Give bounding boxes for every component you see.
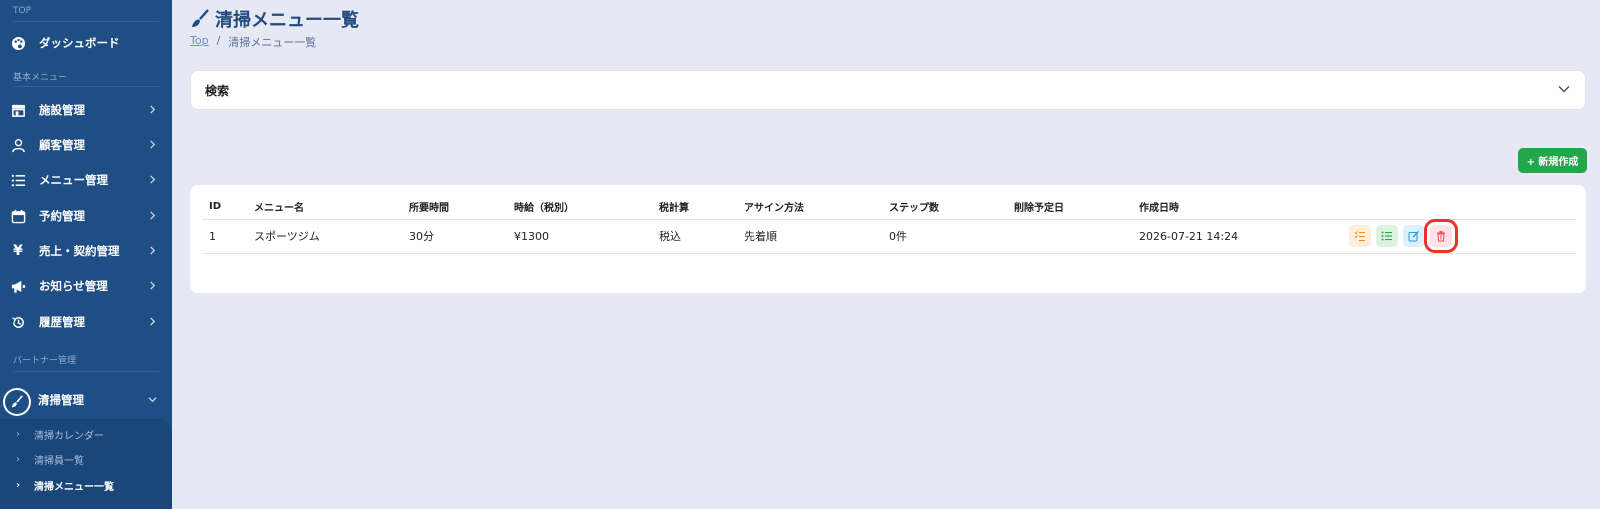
- search-accordion[interactable]: 検索: [190, 70, 1586, 110]
- divider: [13, 371, 159, 372]
- col-header-delete-date: 削除予定日: [1007, 195, 1132, 220]
- col-header-steps: ステップ数: [882, 195, 1007, 220]
- sidebar-item-dashboard[interactable]: ダッシュボード: [0, 26, 172, 60]
- col-header-actions: [1342, 195, 1576, 220]
- broom-icon: [190, 9, 210, 29]
- sidebar-subnav: › 清掃カレンダー › 清掃員一覧 › 清掃メニュー一覧: [0, 419, 172, 509]
- col-header-id: ID: [202, 195, 247, 220]
- subnav-item-label: 清掃員一覧: [34, 455, 84, 467]
- checklist-icon: [1354, 231, 1365, 241]
- edit-button[interactable]: [1403, 225, 1425, 247]
- sidebar-item-label: 施設管理: [39, 103, 85, 117]
- divider: [13, 86, 159, 87]
- sidebar-item-label: 予約管理: [39, 209, 85, 223]
- chevron-right-icon: [148, 105, 158, 115]
- sidebar-item-cleaning[interactable]: 清掃管理: [0, 383, 172, 417]
- col-header-tax: 税計算: [652, 195, 737, 220]
- steps-button[interactable]: [1349, 225, 1371, 247]
- cell-id: 1: [202, 219, 247, 254]
- list-icon: [10, 172, 26, 188]
- sidebar-item-reservation[interactable]: 予約管理: [0, 199, 172, 233]
- chevron-right-icon: ›: [16, 479, 21, 491]
- breadcrumb-separator: /: [216, 34, 221, 47]
- sidebar-item-news[interactable]: お知らせ管理: [0, 269, 172, 303]
- sidebar-item-label: ダッシュボード: [39, 36, 120, 50]
- sidebar-item-sales[interactable]: ¥ 売上・契約管理: [0, 234, 172, 268]
- subnav-item-cleaning-menu[interactable]: › 清掃メニュー一覧: [16, 475, 114, 495]
- cell-actions: [1342, 219, 1576, 254]
- sidebar-item-label: 売上・契約管理: [39, 244, 120, 258]
- chevron-right-icon: [148, 317, 158, 327]
- divider: [13, 21, 159, 22]
- chevron-down-icon: [148, 395, 158, 405]
- menu-table-card: ID メニュー名 所要時間 時給（税別） 税計算 アサイン方法 ステップ数 削除…: [190, 185, 1586, 293]
- section-label-partner: パートナー管理: [13, 356, 77, 366]
- page-title: 清掃メニュー一覧: [190, 6, 359, 32]
- row-actions: [1349, 219, 1569, 253]
- store-icon: [10, 102, 26, 118]
- chevron-right-icon: [148, 246, 158, 256]
- breadcrumb-current: 清掃メニュー一覧: [228, 36, 317, 49]
- col-header-wage: 時給（税別）: [507, 195, 652, 220]
- sidebar-item-label: メニュー管理: [39, 173, 108, 187]
- cell-assign: 先着順: [737, 219, 882, 254]
- chevron-right-icon: ›: [16, 428, 20, 440]
- cell-created: 2026-07-21 14:24: [1132, 219, 1342, 254]
- table-header-row: ID メニュー名 所要時間 時給（税別） 税計算 アサイン方法 ステップ数 削除…: [202, 195, 1576, 220]
- chevron-right-icon: ›: [16, 453, 20, 465]
- subnav-item-calendar[interactable]: › 清掃カレンダー: [16, 424, 104, 444]
- user-icon: [10, 137, 26, 153]
- sidebar: TOP ダッシュボード 基本メニュー 施設管理 顧客管理 メニュー管理 予約管理…: [0, 0, 172, 509]
- col-header-name: メニュー名: [247, 195, 402, 220]
- page-title-text: 清掃メニュー一覧: [215, 10, 359, 31]
- sidebar-item-facility[interactable]: 施設管理: [0, 93, 172, 127]
- subnav-item-staff[interactable]: › 清掃員一覧: [16, 449, 84, 469]
- cell-delete-date: [1007, 219, 1132, 254]
- col-header-assign: アサイン方法: [737, 195, 882, 220]
- new-create-button[interactable]: + 新規作成: [1518, 148, 1587, 173]
- palette-icon: [10, 35, 26, 51]
- detail-list-button[interactable]: [1376, 225, 1398, 247]
- chevron-down-icon: [1557, 81, 1571, 100]
- subnav-item-label: 清掃カレンダー: [34, 430, 104, 442]
- sidebar-item-history[interactable]: 履歴管理: [0, 305, 172, 339]
- cell-steps: 0件: [882, 219, 1007, 254]
- sidebar-item-label: 清掃管理: [38, 393, 84, 407]
- cell-wage: ¥1300: [507, 219, 652, 254]
- sidebar-item-label: 顧客管理: [39, 138, 85, 152]
- section-label-basic: 基本メニュー: [13, 73, 68, 83]
- calendar-icon: [10, 208, 26, 224]
- sidebar-item-label: お知らせ管理: [39, 279, 108, 293]
- col-header-created: 作成日時: [1132, 195, 1342, 220]
- breadcrumb: Top / 清掃メニュー一覧: [190, 34, 316, 50]
- chevron-right-icon: [148, 175, 158, 185]
- menu-table: ID メニュー名 所要時間 時給（税別） 税計算 アサイン方法 ステップ数 削除…: [202, 195, 1576, 254]
- edit-icon: [1408, 231, 1419, 242]
- chevron-right-icon: [148, 281, 158, 291]
- trash-icon: [1437, 231, 1445, 242]
- chevron-right-icon: [148, 140, 158, 150]
- section-label-top: TOP: [13, 6, 32, 16]
- col-header-duration: 所要時間: [402, 195, 507, 220]
- sidebar-item-customer[interactable]: 顧客管理: [0, 128, 172, 162]
- megaphone-icon: [10, 278, 26, 294]
- chevron-right-icon: [148, 211, 158, 221]
- cell-name: スポーツジム: [247, 219, 402, 254]
- history-icon: [10, 314, 26, 330]
- cell-duration: 30分: [402, 219, 507, 254]
- subnav-item-label: 清掃メニュー一覧: [34, 481, 114, 493]
- search-label: 検索: [205, 83, 230, 98]
- delete-button[interactable]: [1424, 219, 1458, 253]
- yen-icon: ¥: [13, 243, 23, 259]
- cell-tax: 税込: [652, 219, 737, 254]
- table-row: 1 スポーツジム 30分 ¥1300 税込 先着順 0件 2026-07-21 …: [202, 219, 1576, 254]
- list-icon: [1381, 231, 1392, 241]
- sidebar-item-label: 履歴管理: [39, 315, 85, 329]
- breadcrumb-home-link[interactable]: Top: [190, 34, 209, 50]
- sidebar-item-menu[interactable]: メニュー管理: [0, 163, 172, 197]
